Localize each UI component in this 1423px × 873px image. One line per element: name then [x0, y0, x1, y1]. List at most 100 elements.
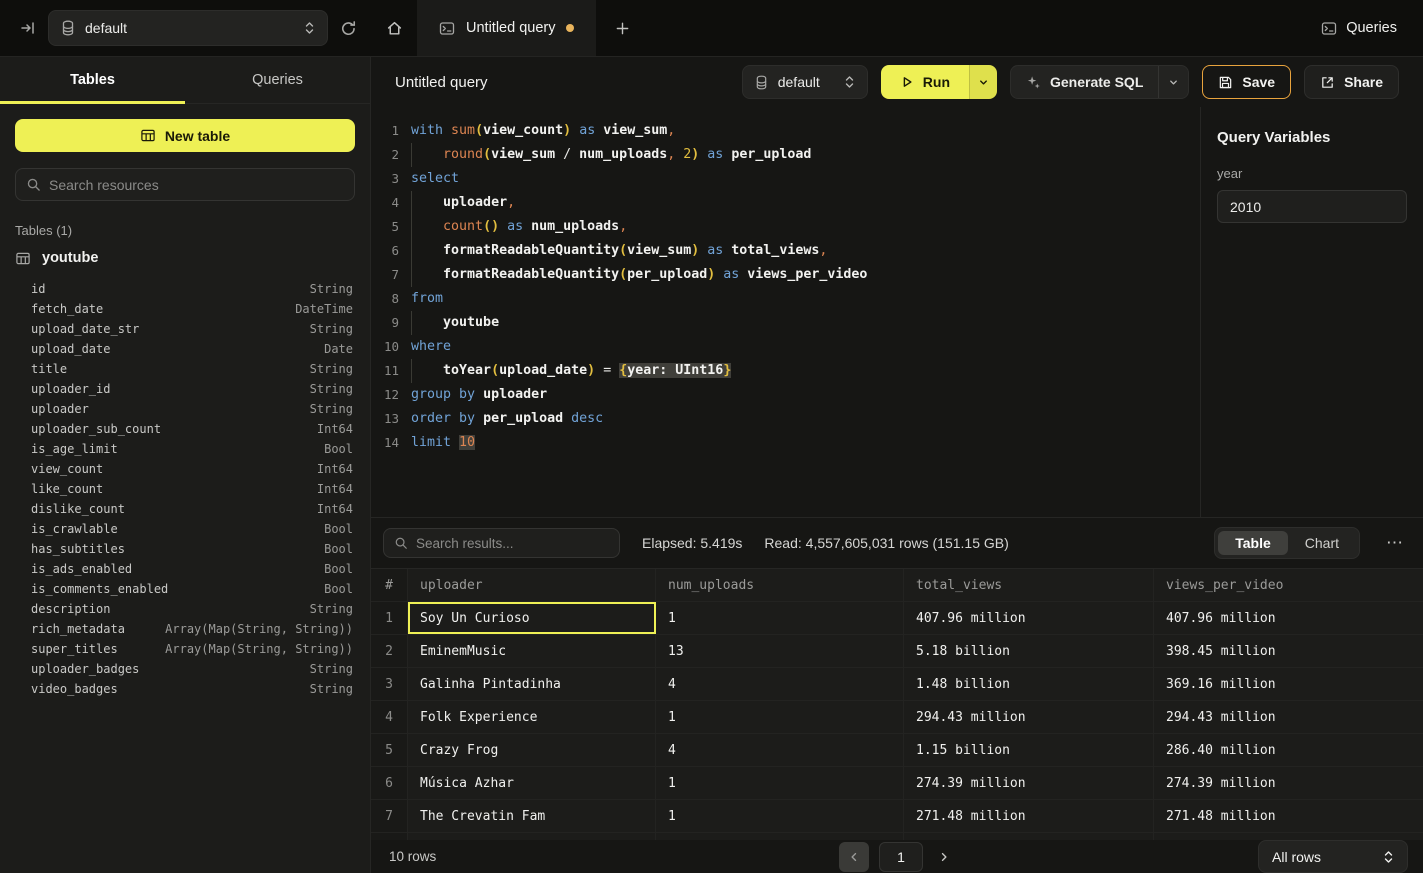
- line-number: 8: [371, 287, 399, 311]
- row-number-cell[interactable]: 5: [371, 734, 408, 766]
- table-cell[interactable]: 5.18 billion: [904, 635, 1154, 667]
- search-icon: [394, 536, 408, 550]
- page-next-icon[interactable]: [933, 851, 955, 863]
- table-cell[interactable]: 274.39 million: [1154, 767, 1423, 799]
- results-header-cell[interactable]: num_uploads: [656, 569, 904, 601]
- results-footer: 10 rows 1 All rows: [371, 840, 1423, 873]
- row-number-cell[interactable]: 2: [371, 635, 408, 667]
- code-text: uploader,: [399, 191, 515, 215]
- table-cell[interactable]: Crazy Frog: [408, 734, 656, 766]
- table-cell[interactable]: 4: [656, 668, 904, 700]
- line-number: 9: [371, 311, 399, 335]
- page-prev-icon[interactable]: [839, 842, 869, 872]
- table-cell[interactable]: The Crevatin Fam: [408, 800, 656, 832]
- refresh-icon[interactable]: [340, 20, 357, 37]
- queries-button-label: Queries: [1346, 20, 1397, 36]
- code-line: 6 formatReadableQuantity(view_sum) as to…: [371, 239, 1200, 263]
- row-number-cell[interactable]: 6: [371, 767, 408, 799]
- line-number: 10: [371, 335, 399, 359]
- results-search-input[interactable]: [416, 536, 609, 551]
- table-cell[interactable]: Soy Un Curioso: [408, 602, 656, 634]
- line-number: 13: [371, 407, 399, 431]
- sidebar-tab-tables[interactable]: Tables: [0, 57, 185, 103]
- table-cell[interactable]: 271.48 million: [904, 800, 1154, 832]
- table-cell[interactable]: Galinha Pintadinha: [408, 668, 656, 700]
- run-options-chevron-icon[interactable]: [969, 65, 997, 99]
- row-number-cell[interactable]: 1: [371, 602, 408, 634]
- row-number-cell[interactable]: 7: [371, 800, 408, 832]
- sidebar-tab-queries[interactable]: Queries: [185, 57, 370, 103]
- row-number-cell[interactable]: 3: [371, 668, 408, 700]
- line-number: 12: [371, 383, 399, 407]
- results-header-cell[interactable]: views_per_video: [1154, 569, 1423, 601]
- table-cell[interactable]: Folk Experience: [408, 701, 656, 733]
- resource-search-input[interactable]: [49, 177, 344, 193]
- table-cell[interactable]: 1.15 billion: [904, 734, 1154, 766]
- table-cell[interactable]: 274.39 million: [904, 767, 1154, 799]
- table-row: 5Crazy Frog41.15 billion286.40 million: [371, 734, 1423, 767]
- view-toggle-table[interactable]: Table: [1218, 531, 1288, 555]
- share-button[interactable]: Share: [1304, 65, 1399, 99]
- sql-editor[interactable]: 1with sum(view_count) as view_sum,2 roun…: [371, 107, 1200, 517]
- column-name: upload_date_str: [31, 322, 139, 336]
- table-cell[interactable]: 1: [656, 800, 904, 832]
- run-button[interactable]: Run: [881, 65, 969, 99]
- table-cell[interactable]: 271.48 million: [1154, 800, 1423, 832]
- query-database-selector[interactable]: default: [742, 65, 868, 99]
- column-name: is_comments_enabled: [31, 582, 168, 596]
- table-cell[interactable]: 294.43 million: [1154, 701, 1423, 733]
- variable-year-input[interactable]: [1217, 190, 1407, 223]
- table-cell[interactable]: 294.43 million: [904, 701, 1154, 733]
- home-icon[interactable]: [371, 0, 417, 56]
- results-header-cell[interactable]: #: [371, 569, 408, 601]
- row-number-cell[interactable]: 4: [371, 701, 408, 733]
- results-header-cell[interactable]: uploader: [408, 569, 656, 601]
- tab-strip: Untitled query: [371, 0, 648, 56]
- page-number[interactable]: 1: [879, 842, 923, 872]
- row-count: 10 rows: [389, 849, 436, 864]
- table-cell[interactable]: 1: [656, 701, 904, 733]
- collapse-sidebar-icon[interactable]: [20, 20, 36, 36]
- code-line: 12group by uploader: [371, 383, 1200, 407]
- table-cell[interactable]: 1.48 billion: [904, 668, 1154, 700]
- new-table-button[interactable]: New table: [15, 119, 355, 152]
- column-type: Int64: [317, 422, 353, 436]
- sidebar-tab-queries-label: Queries: [252, 72, 303, 88]
- save-button[interactable]: Save: [1202, 65, 1291, 99]
- code-text: youtube: [399, 311, 499, 335]
- code-line: 10where: [371, 335, 1200, 359]
- query-variables-title: Query Variables: [1217, 129, 1407, 146]
- column-row: upload_date_strString: [0, 319, 370, 339]
- table-cell[interactable]: 4: [656, 734, 904, 766]
- table-cell[interactable]: 286.40 million: [1154, 734, 1423, 766]
- variable-year-label: year: [1217, 166, 1407, 181]
- column-type: Bool: [324, 522, 353, 536]
- table-cell[interactable]: 1: [656, 602, 904, 634]
- updown-icon: [844, 75, 855, 89]
- table-cell[interactable]: EminemMusic: [408, 635, 656, 667]
- page-size-selector[interactable]: All rows: [1258, 840, 1408, 873]
- column-row: video_badgesString: [0, 679, 370, 699]
- workspace: 1with sum(view_count) as view_sum,2 roun…: [371, 107, 1423, 518]
- queries-button[interactable]: Queries: [1321, 20, 1397, 36]
- table-cell[interactable]: 398.45 million: [1154, 635, 1423, 667]
- tab-untitled-query[interactable]: Untitled query: [417, 0, 596, 56]
- table-cell[interactable]: 13: [656, 635, 904, 667]
- sidebar-table-youtube[interactable]: youtube: [0, 245, 370, 271]
- generate-sql-chevron-icon[interactable]: [1158, 66, 1188, 98]
- line-number: 4: [371, 191, 399, 215]
- column-row: uploaderString: [0, 399, 370, 419]
- code-text: from: [399, 287, 443, 311]
- results-header-cell[interactable]: total_views: [904, 569, 1154, 601]
- database-selector[interactable]: default: [48, 10, 328, 46]
- table-cell[interactable]: Música Azhar: [408, 767, 656, 799]
- table-cell[interactable]: 407.96 million: [1154, 602, 1423, 634]
- table-cell[interactable]: 407.96 million: [904, 602, 1154, 634]
- view-toggle-chart[interactable]: Chart: [1288, 531, 1356, 555]
- new-tab-icon[interactable]: [596, 0, 648, 56]
- line-number: 14: [371, 431, 399, 455]
- table-cell[interactable]: 1: [656, 767, 904, 799]
- generate-sql-button[interactable]: Generate SQL: [1011, 66, 1158, 98]
- results-menu-ellipsis-icon[interactable]: ⋯: [1382, 533, 1408, 553]
- table-cell[interactable]: 369.16 million: [1154, 668, 1423, 700]
